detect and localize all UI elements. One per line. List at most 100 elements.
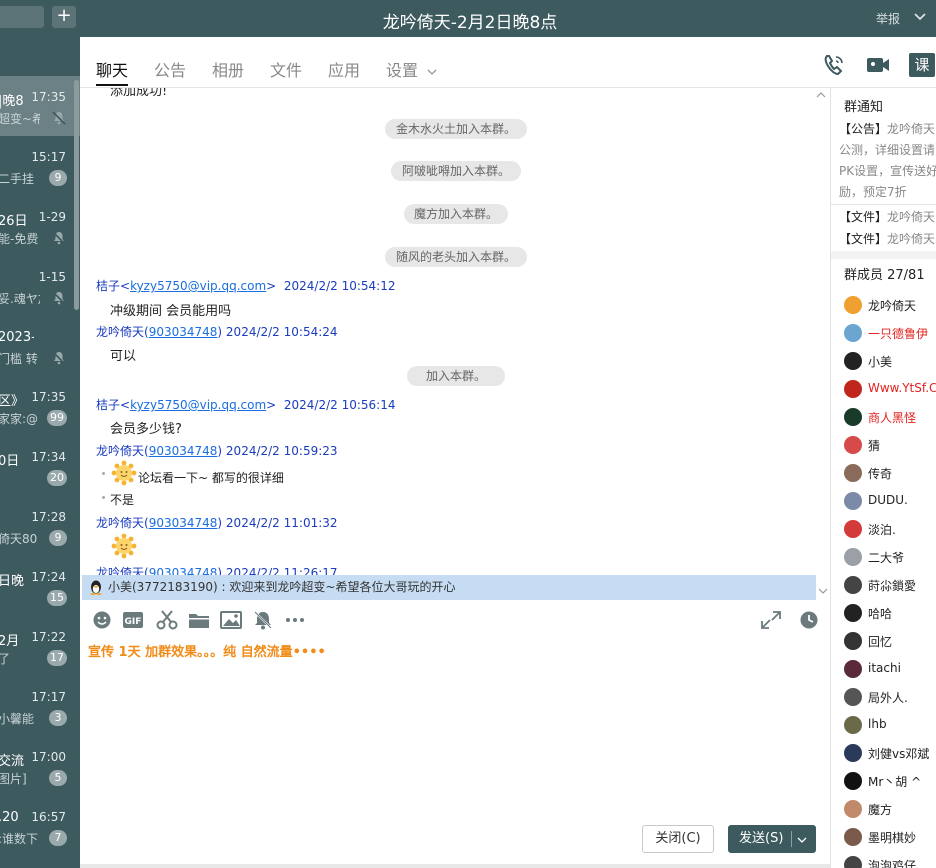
tab-chat[interactable]: 聊天 xyxy=(96,57,128,81)
member-item[interactable]: 小美 xyxy=(831,347,936,375)
message-header: 龙吟倚天(903034748) 2024/2/2 10:54:24 xyxy=(96,325,338,339)
sender-id-link[interactable]: 903034748 xyxy=(149,516,218,530)
message-text: 论坛看一下~ 都写的很详细 xyxy=(138,471,284,485)
send-button[interactable]: 发送(S) xyxy=(728,825,816,853)
member-item[interactable]: 刘健vs邓斌 xyxy=(831,739,936,767)
message-header: 龙吟倚天(903034748) 2024/2/2 11:01:32 xyxy=(96,516,338,530)
phone-icon[interactable] xyxy=(821,53,847,77)
conversation-item[interactable]: 17:28 倚天80 9 xyxy=(0,496,80,556)
collapse-icon[interactable] xyxy=(816,90,826,100)
close-button[interactable]: 关闭(C) xyxy=(642,825,714,853)
add-button[interactable]: + xyxy=(52,6,76,28)
member-item[interactable]: lhb xyxy=(831,711,936,739)
conversation-item[interactable]: 区》 17:35 家家:@ 99 xyxy=(0,376,80,436)
member-item[interactable]: DUDU. xyxy=(831,487,936,515)
history-clock-icon[interactable] xyxy=(798,610,820,630)
bell-off-icon[interactable] xyxy=(252,610,274,630)
conversation-item[interactable]: 17:17 小馨能 3 xyxy=(0,676,80,736)
chevron-down-icon[interactable] xyxy=(818,586,828,596)
avatar xyxy=(844,716,862,734)
sender-email-link[interactable]: kyzy5750@vip.qq.com xyxy=(130,398,266,412)
tab-album[interactable]: 相册 xyxy=(212,57,244,81)
tab-files[interactable]: 文件 xyxy=(270,57,302,81)
member-item[interactable]: 魔方 xyxy=(831,795,936,823)
member-item[interactable]: 哈哈 xyxy=(831,599,936,627)
conversation-item[interactable]: 日晚 17:24 15 xyxy=(0,556,80,616)
penguin-icon xyxy=(90,580,102,595)
avatar xyxy=(844,604,862,622)
conversation-item[interactable]: 15:17 二手挂 9 xyxy=(0,136,80,196)
member-item[interactable]: itachi xyxy=(831,655,936,683)
conversation-item[interactable]: |晚8 17:35 超变~希 xyxy=(0,76,80,136)
member-item[interactable]: 局外人. xyxy=(831,683,936,711)
divider xyxy=(80,864,830,868)
conversation-item[interactable]: 1-15 妥.魂ヤ加 xyxy=(0,256,80,316)
member-item[interactable]: 传奇 xyxy=(831,459,936,487)
file-item[interactable]: 【文件】龙吟倚天. xyxy=(839,230,936,247)
conversation-item[interactable]: .20 16:57:谁数下 7 xyxy=(0,796,80,856)
conversation-item[interactable]: 0日 17:34 20 xyxy=(0,436,80,496)
member-item[interactable]: 墨明棋妙 xyxy=(831,823,936,851)
member-item[interactable]: Mr丶胡 ^ xyxy=(831,767,936,795)
conversation-name: 2023-12-12 xyxy=(0,330,34,345)
report-link[interactable]: 举报 xyxy=(876,10,900,27)
announcement-bar[interactable]: 小美(3772183190) : 欢迎来到龙吟超变~希望各位大哥玩的开心 xyxy=(82,575,816,600)
conversation-preview: 小馨能 xyxy=(0,712,35,726)
sender-email-link[interactable]: kyzy5750@vip.qq.com xyxy=(130,279,266,293)
muted-bell-icon xyxy=(52,291,66,305)
member-name: 泡泡鸡仔 xyxy=(868,859,917,868)
scissors-icon[interactable] xyxy=(156,610,178,630)
member-item[interactable]: 一只德鲁伊 xyxy=(831,319,936,347)
conversation-item[interactable]: 2月 17:22 了 17 xyxy=(0,616,80,676)
expand-icon[interactable] xyxy=(760,610,782,630)
announcement-line: 公测，详细设置请 xyxy=(839,143,936,157)
member-name: 莳尛鎖愛 xyxy=(868,579,917,593)
conversation-preview: :谁数下 xyxy=(0,832,39,846)
video-icon[interactable] xyxy=(865,53,891,77)
member-item[interactable]: 商人黑怪 xyxy=(831,403,936,431)
folder-icon[interactable] xyxy=(188,610,210,630)
avatar xyxy=(844,380,862,398)
member-item[interactable]: 龙吟倚天 xyxy=(831,291,936,319)
member-item[interactable]: 回忆 xyxy=(831,627,936,655)
conversation-time: 17:34 xyxy=(31,450,66,464)
message-text: 可以 xyxy=(110,349,137,364)
image-icon[interactable] xyxy=(220,610,242,630)
member-item[interactable]: 泡泡鸡仔 xyxy=(831,851,936,868)
member-name: 哈哈 xyxy=(868,607,893,621)
tab-settings[interactable]: 设置 xyxy=(386,57,437,81)
conversation-item[interactable]: 2023-12-12 门槛 转 xyxy=(0,316,80,376)
conversation-item[interactable]: 26日 1-29 能-免费 xyxy=(0,196,80,256)
member-item[interactable]: 二大爷 xyxy=(831,543,936,571)
sun-emoji-icon xyxy=(111,533,137,559)
member-item[interactable]: Www.YtSf.C xyxy=(831,375,936,403)
gif-icon[interactable]: GIF xyxy=(122,610,144,630)
sender-id-link[interactable]: 903034748 xyxy=(149,566,218,575)
sender-id-link[interactable]: 903034748 xyxy=(149,444,218,458)
announcement-item[interactable]: 【公告】龙吟倚天 xyxy=(839,120,935,137)
conversation-list-scrollbar[interactable] xyxy=(74,80,79,310)
message-input[interactable]: 宣传 1天 加群效果。。。纯 自然流量•••• xyxy=(88,641,326,660)
tab-announcement[interactable]: 公告 xyxy=(154,57,186,81)
member-item[interactable]: 莳尛鎖愛 xyxy=(831,571,936,599)
class-icon[interactable]: 课 xyxy=(909,53,935,77)
unread-badge: 7 xyxy=(49,830,67,846)
avatar xyxy=(844,632,862,650)
unread-badge: 3 xyxy=(49,710,67,726)
avatar xyxy=(844,744,862,762)
more-icon[interactable] xyxy=(284,610,306,630)
tab-apps[interactable]: 应用 xyxy=(328,57,360,81)
search-input[interactable] xyxy=(0,6,44,28)
avatar xyxy=(844,464,862,482)
chevron-down-icon[interactable] xyxy=(797,835,807,845)
avatar xyxy=(844,800,862,818)
file-item[interactable]: 【文件】龙吟倚天. xyxy=(839,208,936,225)
member-item[interactable]: 猜 xyxy=(831,431,936,459)
conversation-item[interactable]: 交流 17:00 图片] 5 xyxy=(0,736,80,796)
emoji-icon[interactable] xyxy=(92,610,114,630)
conversation-preview: 能-免费 xyxy=(0,232,39,246)
muted-bell-icon xyxy=(52,231,66,245)
member-item[interactable]: 淡泊. xyxy=(831,515,936,543)
sender-id-link[interactable]: 903034748 xyxy=(149,325,218,339)
chevron-down-icon[interactable] xyxy=(912,8,928,24)
